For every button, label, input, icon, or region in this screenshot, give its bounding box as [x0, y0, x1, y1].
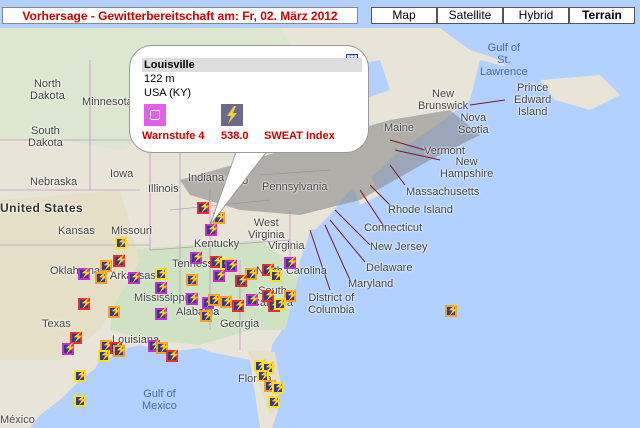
- popup-elevation: 122 m: [144, 73, 175, 85]
- label-new-hampshire: New Hampshire: [440, 156, 494, 180]
- storm-marker[interactable]: ⚡: [95, 272, 109, 284]
- storm-marker[interactable]: ⚡: [113, 345, 127, 357]
- popup-city: Louisville: [142, 58, 362, 72]
- label-oklahoma: Oklahoma: [50, 265, 101, 277]
- info-popup: ☒ Louisville 122 m USA (KY) Warnstufe 4 …: [130, 46, 368, 152]
- label-kentucky: Kentucky: [194, 238, 240, 250]
- label-georgia: Georgia: [220, 318, 260, 330]
- storm-marker[interactable]: ⚡: [235, 275, 249, 287]
- label-iowa: Iowa: [110, 168, 134, 180]
- storm-marker[interactable]: ⚡: [78, 298, 92, 310]
- storm-marker[interactable]: ⚡: [78, 268, 92, 280]
- popup-region: USA (KY): [144, 87, 192, 99]
- label-virginia: Virginia: [268, 240, 305, 252]
- label-maine: Maine: [384, 122, 414, 134]
- warning-level-icon: [144, 104, 166, 126]
- label-south-dakota: South Dakota: [28, 125, 63, 149]
- storm-marker[interactable]: ⚡: [232, 300, 246, 312]
- map-canvas[interactable]: North Dakota Minnesota South Dakota Nebras…: [0, 0, 640, 428]
- label-maryland: Maryland: [348, 278, 394, 290]
- warning-level-label: Warnstufe 4: [142, 130, 205, 142]
- label-nebraska: Nebraska: [30, 176, 78, 188]
- storm-marker[interactable]: ⚡: [74, 395, 88, 407]
- label-north-dakota: North Dakota: [30, 78, 65, 102]
- label-delaware: Delaware: [366, 262, 413, 274]
- storm-marker[interactable]: ⚡: [200, 310, 214, 322]
- label-missouri: Missouri: [111, 225, 152, 237]
- storm-marker[interactable]: ⚡: [98, 350, 112, 362]
- storm-marker[interactable]: ⚡: [272, 382, 286, 394]
- sweat-value: 538.0: [221, 130, 249, 142]
- maptype-hybrid-button[interactable]: Hybrid: [503, 7, 569, 24]
- storm-marker[interactable]: ⚡: [155, 308, 169, 320]
- storm-marker[interactable]: ⚡: [115, 237, 129, 249]
- storm-marker[interactable]: ⚡: [220, 296, 234, 308]
- label-connecticut: Connecticut: [364, 222, 423, 234]
- maptype-terrain-button[interactable]: Terrain: [569, 7, 635, 24]
- storm-marker[interactable]: ⚡: [108, 306, 122, 318]
- storm-marker[interactable]: ⚡: [270, 270, 284, 282]
- label-rhode-island: Rhode Island: [388, 204, 453, 216]
- label-texas: Texas: [42, 318, 71, 330]
- storm-marker[interactable]: ⚡: [268, 396, 282, 408]
- label-nova-scotia: Nova Scotia: [458, 112, 489, 136]
- maptype-map-button[interactable]: Map: [371, 7, 437, 24]
- storm-marker[interactable]: ⚡: [166, 350, 180, 362]
- label-gulf-of-st-lawrence: Gulf of St. Lawrence: [480, 42, 528, 78]
- storm-marker[interactable]: ⚡: [186, 274, 200, 286]
- maptype-satellite-button[interactable]: Satellite: [437, 7, 503, 24]
- popup-pointer: [209, 140, 277, 226]
- storm-marker[interactable]: ⚡: [246, 294, 260, 306]
- storm-marker[interactable]: ⚡: [113, 255, 127, 267]
- label-mexico: México: [0, 414, 35, 426]
- sweat-label: SWEAT Index: [264, 130, 335, 142]
- label-united-states: United States: [0, 201, 84, 215]
- label-new-brunswick: New Brunswick: [418, 88, 469, 112]
- storm-marker[interactable]: ⚡: [284, 257, 298, 269]
- storm-marker[interactable]: ⚡: [186, 293, 200, 305]
- forecast-title: Vorhersage - Gewitterbereitschaft am: Fr…: [2, 7, 358, 24]
- lightning-icon: [221, 104, 243, 126]
- label-illinois: Illinois: [148, 183, 179, 195]
- storm-marker[interactable]: ⚡: [128, 272, 142, 284]
- label-district-of-columbia: District of Columbia: [308, 292, 355, 316]
- label-minnesota: Minnesota: [82, 96, 133, 108]
- label-new-jersey: New Jersey: [370, 241, 428, 253]
- label-kansas: Kansas: [58, 225, 95, 237]
- storm-marker[interactable]: ⚡: [190, 252, 204, 264]
- storm-marker[interactable]: ⚡: [213, 270, 227, 282]
- storm-marker[interactable]: ⚡: [445, 305, 459, 317]
- storm-marker[interactable]: ⚡: [74, 370, 88, 382]
- storm-marker[interactable]: ⚡: [100, 260, 114, 272]
- storm-marker[interactable]: ⚡: [274, 298, 288, 310]
- storm-marker[interactable]: ⚡: [208, 294, 222, 306]
- label-gulf-of-mexico: Gulf of Mexico: [142, 388, 177, 412]
- storm-marker[interactable]: ⚡: [155, 268, 169, 280]
- label-massachusetts: Massachusetts: [406, 186, 480, 198]
- storm-marker[interactable]: ⚡: [62, 343, 76, 355]
- label-prince-edward-island: Prince Edward Island: [514, 82, 552, 118]
- storm-marker[interactable]: ⚡: [155, 282, 169, 294]
